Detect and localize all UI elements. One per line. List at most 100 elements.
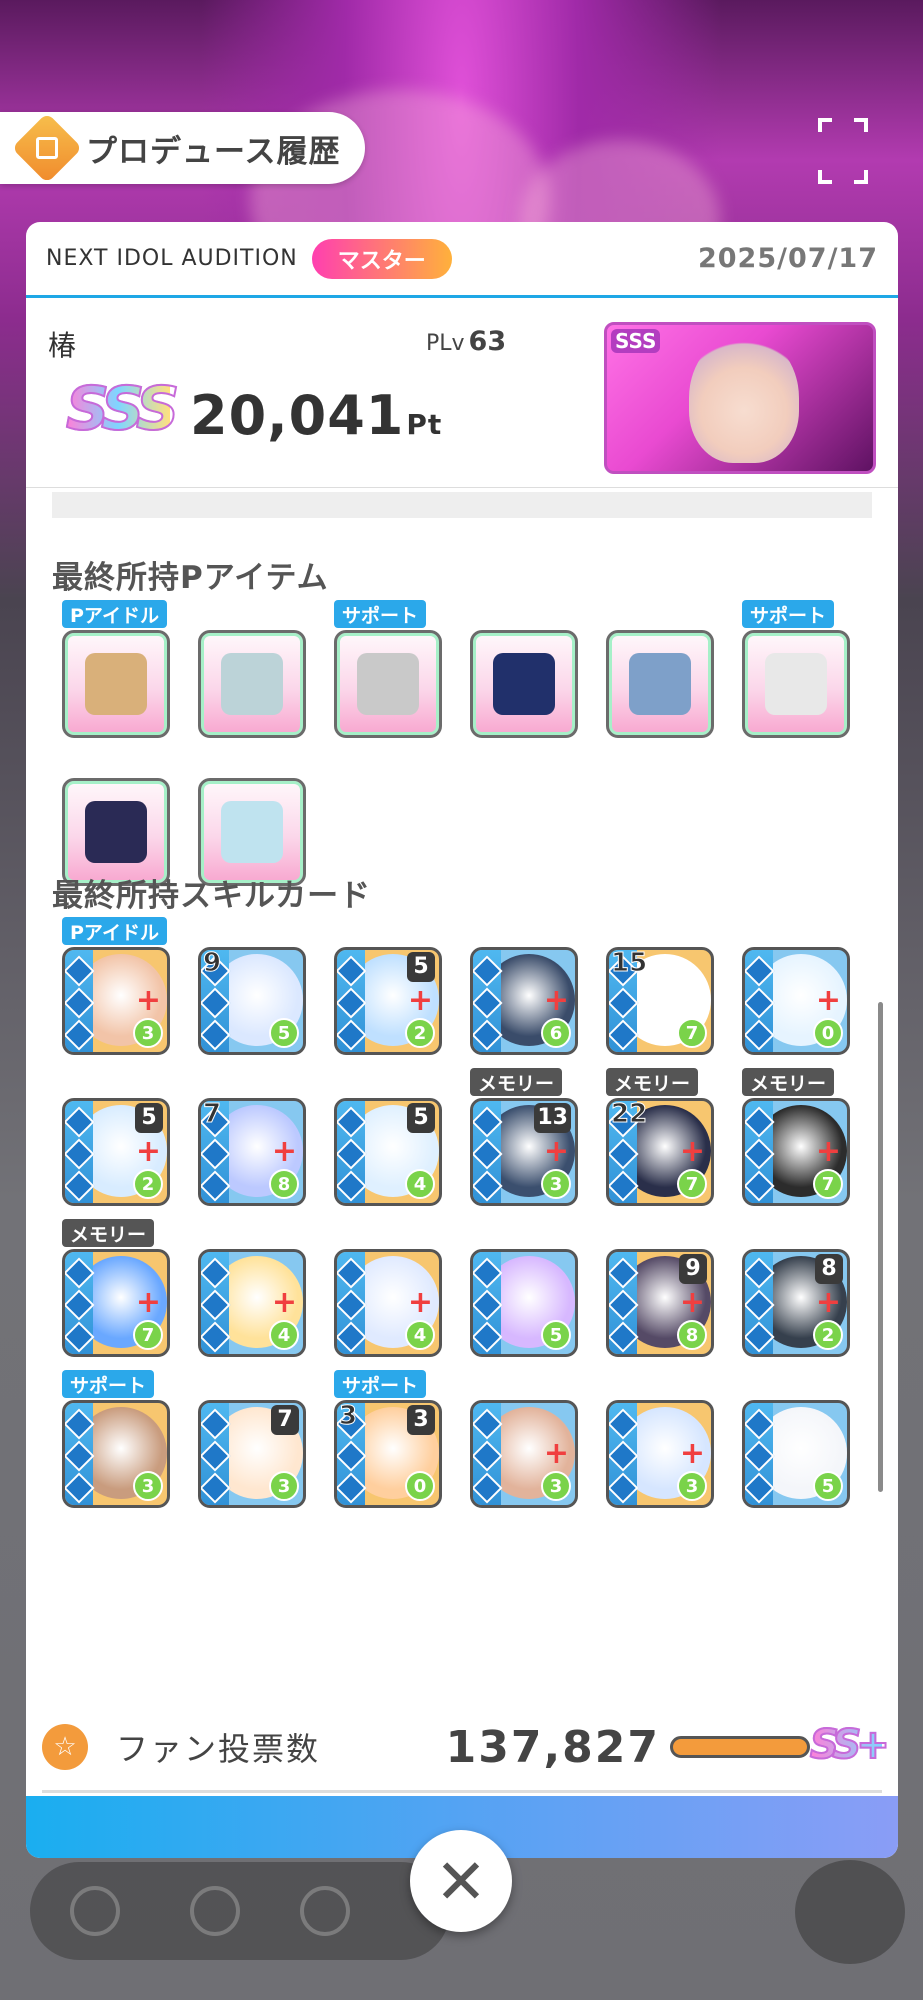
skill-card-slot[interactable]: 2 5 + — [62, 1098, 170, 1206]
p-item-slot[interactable] — [198, 630, 306, 738]
effect-diamond-icon — [609, 1408, 639, 1440]
skill-card-slot[interactable]: 3 + Pアイドル — [62, 917, 170, 1055]
menu-icon[interactable] — [795, 1860, 905, 1964]
skill-card[interactable]: 37 — [198, 1400, 306, 1508]
back-icon[interactable] — [300, 1886, 350, 1936]
skill-card[interactable]: 4 + — [334, 1249, 442, 1357]
skill-effect-ribbon — [65, 1403, 95, 1505]
skill-card[interactable]: 0 3 3 — [334, 1400, 442, 1508]
skill-card[interactable]: 7 15 — [606, 947, 714, 1055]
skill-card-slot[interactable]: 5 — [742, 1400, 850, 1508]
p-item-tile[interactable] — [742, 630, 850, 738]
p-item-tile[interactable] — [606, 630, 714, 738]
effect-diamond-icon — [745, 1019, 775, 1051]
p-item-tile[interactable] — [334, 630, 442, 738]
p-item-tile[interactable] — [198, 630, 306, 738]
skill-card-slot[interactable]: 7 22 + メモリー — [606, 1068, 714, 1206]
effect-diamond-icon — [201, 987, 231, 1019]
effect-diamond-icon — [609, 1289, 639, 1321]
skill-level-badge: 9 — [679, 1254, 707, 1284]
effect-diamond-icon — [201, 1289, 231, 1321]
effect-diamond-icon — [201, 1019, 231, 1051]
skill-card[interactable]: 8 9 + — [606, 1249, 714, 1357]
skill-cost: 5 — [541, 1320, 571, 1350]
effect-diamond-icon — [609, 987, 639, 1019]
skill-card[interactable]: 3 13 + — [470, 1098, 578, 1206]
idol-card-image[interactable]: SSS — [604, 322, 876, 474]
effect-diamond-icon — [337, 1440, 367, 1472]
skill-card-slot[interactable]: 45 — [334, 1098, 442, 1206]
skill-card[interactable]: 59 — [198, 947, 306, 1055]
skill-card[interactable]: 6 + — [470, 947, 578, 1055]
skill-card-slot[interactable]: 0 + — [742, 947, 850, 1055]
effect-diamond-icon — [745, 1106, 775, 1138]
skill-card[interactable]: 7 22 + — [606, 1098, 714, 1206]
skill-cost: 2 — [405, 1018, 435, 1048]
p-item-slot[interactable] — [470, 630, 578, 738]
skill-card-slot[interactable]: 8 7 + — [198, 1098, 306, 1206]
calendar-icon[interactable] — [190, 1886, 240, 1936]
skill-card[interactable]: 45 — [334, 1098, 442, 1206]
skill-card[interactable]: 7 + — [742, 1098, 850, 1206]
skill-card-slot[interactable]: 2 5 + — [334, 947, 442, 1055]
effect-diamond-icon — [745, 1472, 775, 1504]
skill-card[interactable]: 5 — [470, 1249, 578, 1357]
p-item-tile[interactable] — [470, 630, 578, 738]
effect-diamond-icon — [609, 1019, 639, 1051]
skill-effect-ribbon — [65, 1252, 95, 1354]
skill-card-slot[interactable]: 2 8 + — [742, 1249, 850, 1357]
skill-card[interactable]: 3 + — [62, 947, 170, 1055]
effect-diamond-icon — [337, 987, 367, 1019]
scrollbar[interactable] — [878, 1002, 883, 1492]
skill-card-slot[interactable]: 7 15 — [606, 947, 714, 1055]
effect-diamond-icon — [201, 1440, 231, 1472]
p-item-tile[interactable] — [62, 630, 170, 738]
skill-card[interactable]: 2 8 + — [742, 1249, 850, 1357]
skill-tag: メモリー — [742, 1068, 835, 1096]
effect-diamond-icon — [65, 1106, 95, 1138]
fullscreen-icon[interactable] — [818, 118, 868, 184]
home-icon[interactable] — [70, 1886, 120, 1936]
skill-card[interactable]: 8 7 + — [198, 1098, 306, 1206]
skill-card[interactable]: 5 — [742, 1400, 850, 1508]
skill-card-slot[interactable]: 4 + — [334, 1249, 442, 1357]
effect-diamond-icon — [473, 1289, 503, 1321]
skill-card[interactable]: 3 + — [606, 1400, 714, 1508]
skill-card[interactable]: 4 + — [198, 1249, 306, 1357]
skill-card-slot[interactable]: 3 13 + メモリー — [470, 1068, 578, 1206]
skill-effect-ribbon — [201, 1252, 231, 1354]
skill-count: 3 — [338, 1401, 358, 1432]
skill-tag: Pアイドル — [62, 917, 167, 945]
skill-card-slot[interactable]: 6 + — [470, 947, 578, 1055]
skill-card-slot[interactable]: 7 + メモリー — [62, 1219, 170, 1357]
skill-cost: 2 — [133, 1169, 163, 1199]
effect-diamond-icon — [473, 1440, 503, 1472]
p-item-slot[interactable] — [606, 630, 714, 738]
skill-card-slot[interactable]: 3 サポート — [62, 1370, 170, 1508]
p-item-slot[interactable]: サポート — [334, 600, 442, 738]
p-item-slot[interactable]: Pアイドル — [62, 600, 170, 738]
skill-card[interactable]: 2 5 + — [62, 1098, 170, 1206]
close-button[interactable]: ✕ — [410, 1830, 512, 1932]
skill-card-slot[interactable]: 8 9 + — [606, 1249, 714, 1357]
skill-card-slot[interactable]: 4 + — [198, 1249, 306, 1357]
skill-card-slot[interactable]: 59 — [198, 947, 306, 1055]
skill-card[interactable]: 2 5 + — [334, 947, 442, 1055]
skill-cost: 4 — [405, 1169, 435, 1199]
skill-card-slot[interactable]: 0 3 3 サポート — [334, 1370, 442, 1508]
notebook-icon — [357, 653, 419, 715]
skill-card-slot[interactable]: 37 — [198, 1400, 306, 1508]
p-item-slot[interactable]: サポート — [742, 600, 850, 738]
skill-card[interactable]: 7 + — [62, 1249, 170, 1357]
skill-card-slot[interactable]: 5 — [470, 1249, 578, 1357]
skill-card-slot[interactable]: 3 + — [606, 1400, 714, 1508]
skill-card-slot[interactable]: 3 + — [470, 1400, 578, 1508]
effect-diamond-icon — [337, 1170, 367, 1202]
crystal-pendant-icon — [221, 801, 283, 863]
skill-card[interactable]: 3 — [62, 1400, 170, 1508]
history-scroll-area[interactable]: 最終所持Pアイテム Pアイドル サポート サポート 最終所持スキルカード 3 + Pアイ… — [26, 492, 898, 1792]
skill-card[interactable]: 3 + — [470, 1400, 578, 1508]
skill-card-slot[interactable]: 7 + メモリー — [742, 1068, 850, 1206]
produce-date: 2025/07/17 — [697, 243, 878, 274]
skill-card[interactable]: 0 + — [742, 947, 850, 1055]
